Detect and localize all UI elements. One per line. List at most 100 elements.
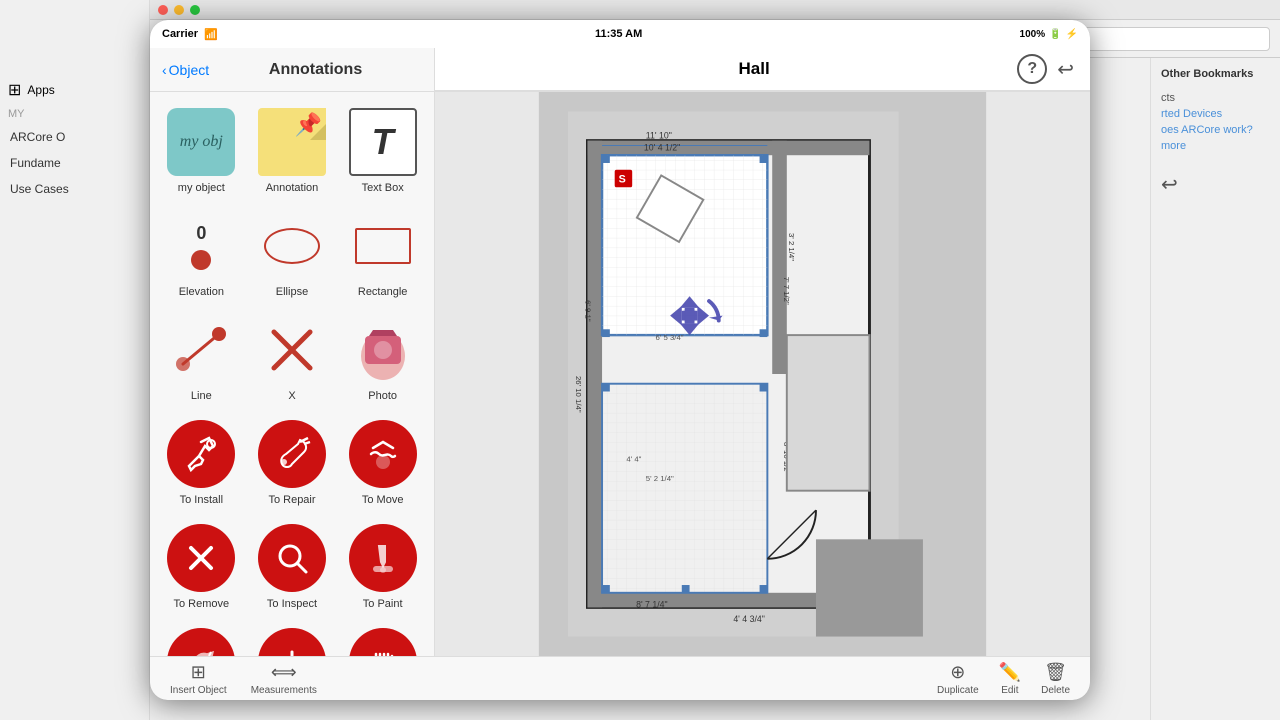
to-remove-icon bbox=[167, 524, 235, 592]
annotation-note[interactable]: 📌 Annotation bbox=[249, 100, 336, 200]
ellipse-label: Ellipse bbox=[276, 286, 308, 298]
annotation-plunger[interactable] bbox=[249, 620, 336, 656]
annotation-blow-dryer[interactable] bbox=[158, 620, 245, 656]
svg-text:4' 4": 4' 4" bbox=[626, 455, 641, 464]
edit-button[interactable]: ✏️ Edit bbox=[999, 662, 1021, 696]
to-install-label: To Install bbox=[180, 494, 223, 506]
svg-text:8' 7 1/4": 8' 7 1/4" bbox=[636, 599, 668, 609]
floor-plan-panel: S 1 bbox=[435, 92, 1090, 656]
annotation-x[interactable]: X bbox=[249, 308, 336, 408]
to-install-icon bbox=[167, 420, 235, 488]
measurements-icon: ⟺ bbox=[271, 662, 297, 683]
back-label: Object bbox=[169, 62, 209, 78]
delete-button[interactable]: 🗑 Delete bbox=[1041, 662, 1070, 696]
duplicate-label: Duplicate bbox=[937, 685, 979, 696]
duplicate-button[interactable]: ⊕ Duplicate bbox=[937, 662, 979, 696]
maximize-button[interactable] bbox=[190, 5, 200, 15]
apps-label[interactable]: Apps bbox=[27, 83, 54, 97]
annotation-to-move[interactable]: To Move bbox=[339, 412, 426, 512]
plunger-icon bbox=[258, 628, 326, 656]
more-link[interactable]: more bbox=[1161, 140, 1270, 152]
cts-link[interactable]: cts bbox=[1161, 92, 1270, 104]
x-label: X bbox=[288, 390, 295, 402]
measurements-button[interactable]: ⟺ Measurements bbox=[251, 662, 317, 696]
blow-dryer-icon bbox=[167, 628, 235, 656]
undo-icon[interactable]: ↩ bbox=[1057, 57, 1074, 82]
insert-object-button[interactable]: ⊞ Insert Object bbox=[170, 662, 227, 696]
to-repair-icon bbox=[258, 420, 326, 488]
my-object-icon: my obj bbox=[167, 108, 235, 176]
panel-title: Annotations bbox=[269, 61, 362, 78]
photo-label: Photo bbox=[368, 390, 397, 402]
svg-text:11' 10": 11' 10" bbox=[646, 131, 672, 141]
annotation-to-inspect[interactable]: To Inspect bbox=[249, 516, 336, 616]
edit-label: Edit bbox=[1001, 685, 1018, 696]
annotation-note-label: Annotation bbox=[266, 182, 319, 194]
svg-text:4' 4 3/4": 4' 4 3/4" bbox=[733, 614, 765, 624]
annotation-text-box[interactable]: T Text Box bbox=[339, 100, 426, 200]
svg-text:10' 4 1/2": 10' 4 1/2" bbox=[644, 142, 680, 152]
annotation-to-install[interactable]: To Install bbox=[158, 412, 245, 512]
annotation-ellipse[interactable]: Ellipse bbox=[249, 204, 336, 304]
annotation-rectangle[interactable]: Rectangle bbox=[339, 204, 426, 304]
annotation-to-repair[interactable]: To Repair bbox=[249, 412, 336, 512]
mac-sidebar: ⊞ Apps MY ARCore O Fundame Use Cases bbox=[0, 0, 150, 720]
mac-title-bar bbox=[150, 0, 1280, 20]
back-button[interactable]: ‹ Object bbox=[162, 62, 209, 78]
sidebar-arcore[interactable]: ARCore O bbox=[0, 124, 149, 150]
line-icon bbox=[167, 316, 235, 384]
text-box-icon: T bbox=[349, 108, 417, 176]
content-area: my obj my object 📌 Annotation bbox=[150, 92, 1090, 656]
sidebar-fundamentals[interactable]: Fundame bbox=[0, 150, 149, 176]
to-repair-label: To Repair bbox=[268, 494, 315, 506]
arcore-works-link[interactable]: oes ARCore work? bbox=[1161, 124, 1270, 136]
toolbar-left: ⊞ Insert Object ⟺ Measurements bbox=[170, 662, 317, 696]
duplicate-icon: ⊕ bbox=[950, 662, 965, 683]
insert-object-label: Insert Object bbox=[170, 685, 227, 696]
my-object-label: my object bbox=[178, 182, 225, 194]
carrier-label: Carrier bbox=[162, 28, 198, 40]
svg-text:7' 7 1/2": 7' 7 1/2" bbox=[782, 277, 791, 305]
wifi-icon: 📶 bbox=[204, 28, 218, 41]
undo-button[interactable]: ↩ bbox=[1161, 172, 1178, 197]
annotation-line[interactable]: Line bbox=[158, 308, 245, 408]
annotation-note-icon: 📌 bbox=[258, 108, 326, 176]
delete-label: Delete bbox=[1041, 685, 1070, 696]
svg-text:5' 2 1/4": 5' 2 1/4" bbox=[646, 474, 674, 483]
ellipse-icon bbox=[264, 228, 320, 264]
status-bar: Carrier 📶 11:35 AM 100% 🔋 ⚡ bbox=[150, 20, 1090, 48]
toolbar-right: ⊕ Duplicate ✏️ Edit 🗑 Delete bbox=[937, 662, 1070, 696]
floor-plan-svg: S 1 bbox=[435, 92, 1090, 656]
sidebar-use-cases[interactable]: Use Cases bbox=[0, 176, 149, 202]
annotation-comb[interactable] bbox=[339, 620, 426, 656]
rectangle-icon bbox=[355, 228, 411, 264]
measurements-label: Measurements bbox=[251, 685, 317, 696]
close-button[interactable] bbox=[158, 5, 168, 15]
annotation-to-remove[interactable]: To Remove bbox=[158, 516, 245, 616]
comb-icon bbox=[349, 628, 417, 656]
annotation-photo[interactable]: Photo bbox=[339, 308, 426, 408]
annotations-grid: my obj my object 📌 Annotation bbox=[150, 92, 434, 656]
to-inspect-label: To Inspect bbox=[267, 598, 317, 610]
x-icon bbox=[264, 322, 320, 378]
svg-text:S: S bbox=[619, 173, 626, 185]
battery-icon: 🔋 bbox=[1049, 29, 1061, 40]
annotation-my-object[interactable]: my obj my object bbox=[158, 100, 245, 200]
mac-right-sidebar: Other Bookmarks cts rted Devices oes ARC… bbox=[1150, 58, 1280, 720]
to-inspect-icon bbox=[258, 524, 326, 592]
minimize-button[interactable] bbox=[174, 5, 184, 15]
bottom-toolbar: ⊞ Insert Object ⟺ Measurements ⊕ Duplica… bbox=[150, 656, 1090, 700]
floor-plan-area: S 1 bbox=[435, 92, 1090, 656]
help-button[interactable]: ? bbox=[1017, 54, 1047, 84]
ipad-screen: Carrier 📶 11:35 AM 100% 🔋 ⚡ ‹ Object Ann… bbox=[150, 20, 1090, 700]
hall-title: Hall bbox=[739, 59, 770, 79]
charging-icon: ⚡ bbox=[1066, 29, 1078, 40]
annotation-to-paint[interactable]: To Paint bbox=[339, 516, 426, 616]
delete-icon: 🗑 bbox=[1044, 662, 1067, 683]
elevation-icon: 0 bbox=[167, 212, 235, 280]
status-time: 11:35 AM bbox=[595, 28, 642, 40]
rted-devices-link[interactable]: rted Devices bbox=[1161, 108, 1270, 120]
to-move-label: To Move bbox=[362, 494, 404, 506]
annotation-elevation[interactable]: 0 Elevation bbox=[158, 204, 245, 304]
svg-text:3' 2 1/4": 3' 2 1/4" bbox=[787, 233, 796, 261]
